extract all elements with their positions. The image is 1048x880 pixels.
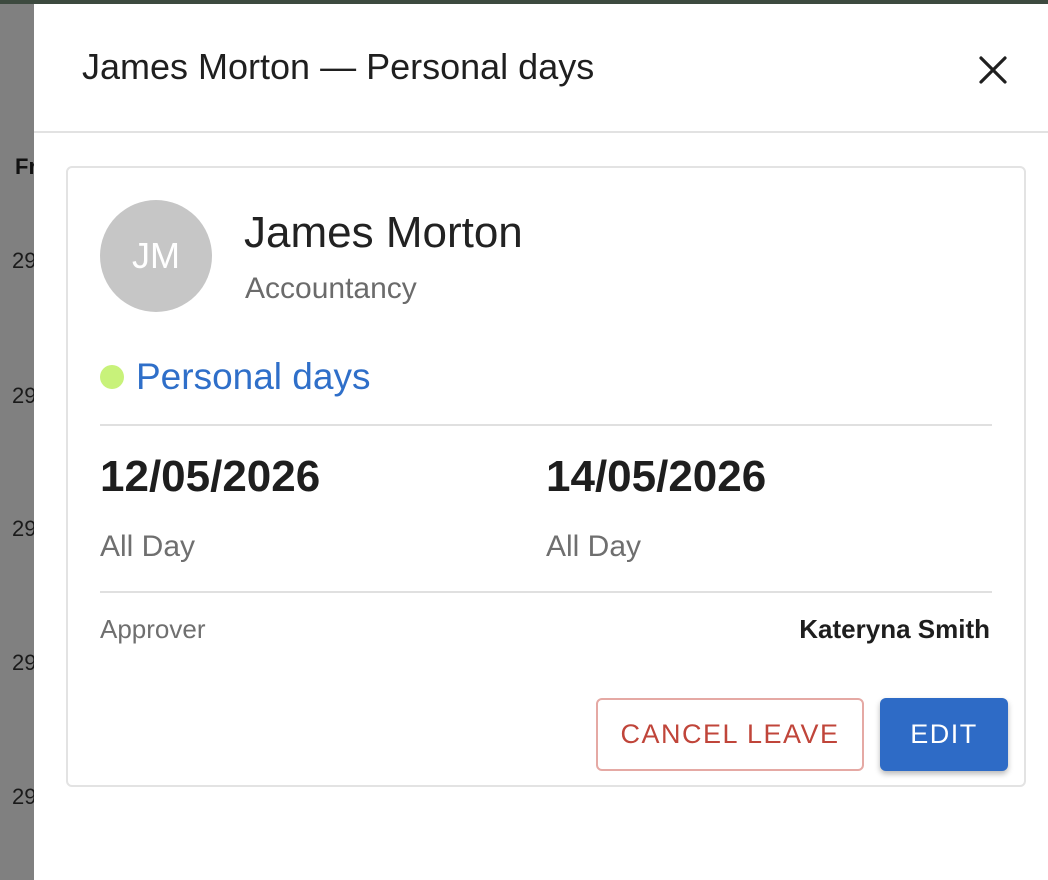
close-icon xyxy=(979,56,1007,84)
cancel-leave-button[interactable]: CANCEL LEAVE xyxy=(596,698,864,771)
employee-name: James Morton xyxy=(244,208,523,257)
calendar-date-cell: 29 xyxy=(12,248,34,273)
approver-name: Kateryna Smith xyxy=(799,614,990,644)
end-period: All Day xyxy=(546,530,642,563)
calendar-column-header: Fr xyxy=(15,154,34,179)
close-button[interactable] xyxy=(972,49,1014,91)
avatar: JM xyxy=(100,200,212,312)
calendar-date-cell: 29 xyxy=(12,650,34,675)
calendar-date-cell: 29 xyxy=(12,784,34,809)
leave-type-dot xyxy=(100,365,124,389)
edit-button[interactable]: EDIT xyxy=(880,698,1008,771)
calendar-date-cell: 29 xyxy=(12,383,34,408)
employee-department: Accountancy xyxy=(245,272,417,305)
avatar-initials: JM xyxy=(132,235,180,276)
leave-card: JM James Morton Accountancy Personal day… xyxy=(66,166,1026,787)
drawer-title: James Morton — Personal days xyxy=(82,46,595,87)
divider xyxy=(100,424,992,426)
divider xyxy=(100,591,992,593)
leave-type: Personal days xyxy=(100,356,370,398)
start-date: 12/05/2026 xyxy=(100,452,321,501)
calendar-date-cell: 29 xyxy=(12,516,34,541)
leave-details-drawer: James Morton — Personal days JM James Mo… xyxy=(34,4,1048,880)
background-calendar: Fr 29 29 29 29 29 xyxy=(0,4,34,880)
end-date: 14/05/2026 xyxy=(546,452,767,501)
approver-label: Approver xyxy=(100,614,206,644)
leave-type-label: Personal days xyxy=(136,356,371,397)
drawer-header: James Morton — Personal days xyxy=(34,4,1048,133)
start-period: All Day xyxy=(100,530,196,563)
